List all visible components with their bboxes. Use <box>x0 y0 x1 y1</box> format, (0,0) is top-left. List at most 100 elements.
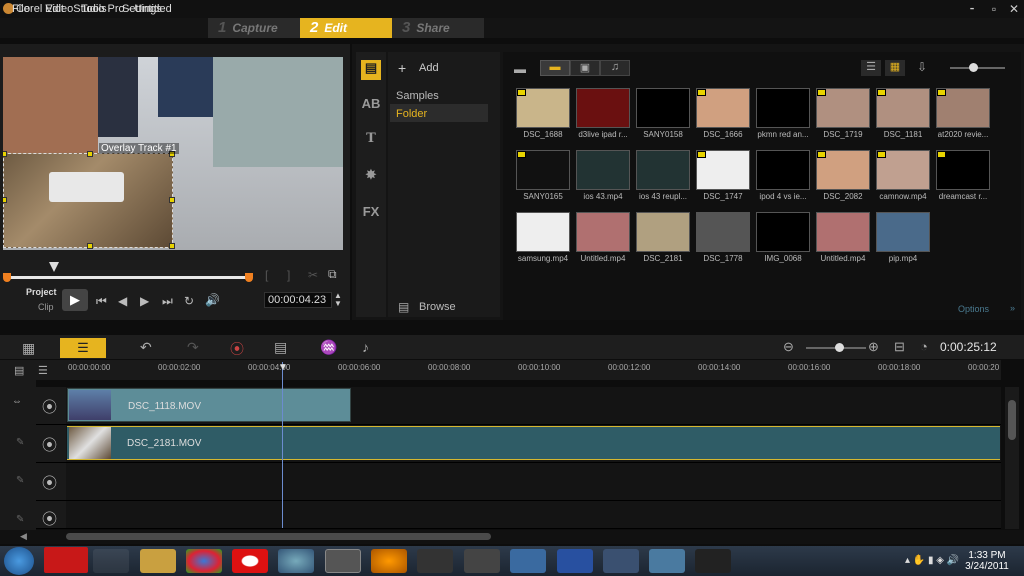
taskbar-app-tool[interactable] <box>557 549 593 573</box>
menu-tools[interactable]: Tools <box>81 3 107 15</box>
trim-start-handle[interactable] <box>3 273 11 282</box>
playhead-marker-icon[interactable]: ▼ <box>278 362 288 373</box>
minimize-icon[interactable]: ⁃ <box>962 1 982 17</box>
step-edit-tab[interactable]: 2 Edit <box>300 18 392 38</box>
taskbar-app-monitor[interactable] <box>649 549 685 573</box>
title-track[interactable] <box>66 463 1001 501</box>
options-arrow-icon[interactable]: » <box>1010 303 1015 313</box>
playhead[interactable] <box>282 362 283 528</box>
show-audio-icon[interactable]: ♫ <box>600 60 630 76</box>
step-share-tab[interactable]: 3 Share <box>392 18 484 38</box>
enlarge-icon[interactable]: ⧉ <box>328 267 337 282</box>
auto-music-icon[interactable]: ♒ <box>320 339 337 356</box>
zoom-knob[interactable] <box>835 343 844 352</box>
cut-icon[interactable]: ✂ <box>308 268 318 282</box>
mark-in-icon[interactable]: [ <box>265 268 268 282</box>
thumb-size-knob[interactable] <box>969 63 978 72</box>
redo-icon[interactable]: ↷ <box>187 339 199 356</box>
media-thumbnail[interactable] <box>516 212 570 252</box>
vertical-scroll-thumb[interactable] <box>1008 400 1016 440</box>
taskbar-app-camcorder[interactable] <box>417 549 453 573</box>
taskbar-app-steam[interactable] <box>695 549 731 573</box>
taskbar-app-videostudio[interactable] <box>325 549 361 573</box>
overlay-clip-preview[interactable] <box>3 153 173 248</box>
maximize-icon[interactable]: ▫ <box>984 1 1004 17</box>
storyboard-view-icon[interactable]: ▦ <box>22 340 35 357</box>
track-lock-icon-2[interactable]: ✎ <box>16 475 24 486</box>
add-icon[interactable]: + <box>398 60 406 76</box>
sort-icon[interactable]: ⇩ <box>917 60 927 74</box>
taskbar-app-sync[interactable] <box>278 549 314 573</box>
media-thumbnail[interactable] <box>696 212 750 252</box>
start-button[interactable] <box>4 547 34 575</box>
media-thumbnail[interactable] <box>576 88 630 128</box>
transition-tab-icon[interactable]: AB <box>361 96 381 116</box>
browse-button[interactable]: Browse <box>419 301 456 313</box>
fit-project-icon[interactable]: ⊟ <box>894 339 905 355</box>
media-thumbnail[interactable] <box>756 212 810 252</box>
media-thumbnail[interactable] <box>636 150 690 190</box>
zoom-in-icon[interactable]: ⊕ <box>868 339 879 355</box>
taskbar-app-recorder[interactable] <box>44 547 88 573</box>
previous-frame-icon[interactable]: ◀ <box>118 294 127 308</box>
taskbar-app-game[interactable] <box>464 549 500 573</box>
media-thumbnail[interactable] <box>576 212 630 252</box>
taskbar-app-chrome[interactable] <box>186 549 222 573</box>
project-mode-label[interactable]: Project <box>26 287 57 297</box>
record-capture-icon[interactable]: ⦿ <box>230 339 244 359</box>
folder-item-samples[interactable]: Samples <box>396 90 439 102</box>
browse-icon[interactable]: ▤ <box>398 300 409 314</box>
options-button[interactable]: Options <box>958 304 989 314</box>
overlay-clip[interactable]: DSC_2181.MOV <box>67 426 1000 460</box>
timecode-stepper[interactable]: ▲ ▼ <box>334 292 342 308</box>
media-thumbnail[interactable] <box>636 88 690 128</box>
list-view-icon[interactable]: ☰ <box>861 60 881 76</box>
show-video-icon[interactable]: ▬ <box>540 60 570 76</box>
media-tab-icon[interactable]: ▤ <box>361 60 381 80</box>
end-icon[interactable]: ⏭ <box>162 294 173 309</box>
step-capture-tab[interactable]: 1 Capture <box>208 18 300 38</box>
media-thumbnail[interactable] <box>816 212 870 252</box>
volume-icon[interactable]: 🔊 <box>205 293 220 307</box>
menu-edit[interactable]: Edit <box>45 3 64 15</box>
undo-icon[interactable]: ↶ <box>140 339 152 356</box>
folder-item-folder[interactable]: Folder <box>396 108 427 120</box>
media-thumbnail[interactable] <box>876 212 930 252</box>
video-clip[interactable]: DSC_1118.MOV <box>67 388 351 422</box>
media-thumbnail[interactable] <box>756 88 810 128</box>
clip-mode-label[interactable]: Clip <box>38 302 54 312</box>
track-lock-icon[interactable]: ✎ <box>16 437 24 448</box>
track-lock-icon-3[interactable]: ✎ <box>16 514 24 525</box>
timeline-view-icon[interactable]: ☰ <box>60 338 106 358</box>
ripple-edit-icon[interactable]: ⇔ <box>12 396 22 407</box>
home-icon[interactable]: ⏮ <box>96 294 107 309</box>
filter-tab-icon[interactable]: FX <box>361 204 381 224</box>
scroll-left-icon[interactable]: ◀ <box>20 531 27 542</box>
media-thumbnail[interactable] <box>756 150 810 190</box>
menu-file[interactable]: File <box>12 3 30 15</box>
add-folder-button[interactable]: Add <box>419 62 439 74</box>
horizontal-scroll-thumb[interactable] <box>66 533 491 540</box>
scrub-bar[interactable] <box>4 276 250 279</box>
taskbar-app-network[interactable] <box>603 549 639 573</box>
chapter-icon[interactable]: ☰ <box>38 364 48 377</box>
title-tab-icon[interactable]: T <box>361 131 381 151</box>
taskbar-app-folder[interactable] <box>140 549 176 573</box>
media-thumbnail[interactable] <box>576 150 630 190</box>
trim-end-handle[interactable] <box>245 273 253 282</box>
mark-out-icon[interactable]: ] <box>287 268 290 282</box>
next-frame-icon[interactable]: ▶ <box>140 294 149 308</box>
track-manager-icon[interactable]: ▤ <box>14 364 24 377</box>
preview-timecode[interactable]: 00:00:04.23 <box>264 292 332 308</box>
show-photo-icon[interactable]: ▣ <box>570 60 600 76</box>
repeat-icon[interactable]: ↻ <box>184 294 194 308</box>
taskbar-clock[interactable]: 1:33 PM 3/24/2011 <box>962 550 1012 572</box>
splitter[interactable] <box>0 325 1024 333</box>
motion-track-icon[interactable]: ♪ <box>362 339 369 355</box>
taskbar-app-explorer-window[interactable] <box>93 549 129 573</box>
close-icon[interactable]: ✕ <box>1004 1 1024 17</box>
tray-icons[interactable]: ▴ ✋ ▮ ◈ 🔊 <box>905 555 959 566</box>
folder-icon[interactable]: ▬ <box>514 62 526 76</box>
zoom-out-icon[interactable]: ⊖ <box>783 339 794 355</box>
menu-settings[interactable]: Settings <box>122 3 162 15</box>
